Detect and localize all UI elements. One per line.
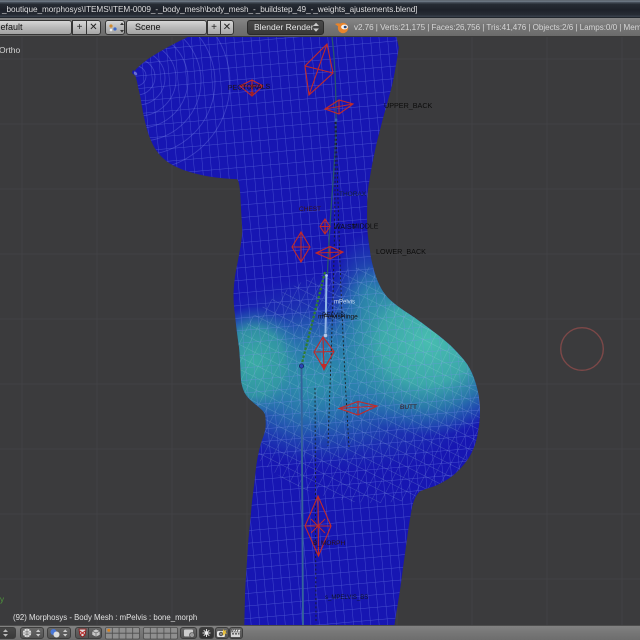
svg-text:mPelvis: mPelvis xyxy=(334,300,355,306)
svg-text:s_MPELVIS_BS: s_MPELVIS_BS xyxy=(325,595,368,601)
svg-text:CHEST: CHEST xyxy=(299,206,321,213)
svg-text:MIDDLE: MIDDLE xyxy=(352,224,379,231)
svg-text:BUTT: BUTT xyxy=(400,404,417,411)
svg-text:UPPER_BACK: UPPER_BACK xyxy=(384,101,433,110)
svg-text:THORAX: THORAX xyxy=(339,191,367,198)
svg-text:mPelvisHinge: mPelvisHinge xyxy=(318,314,358,321)
svg-text:y: y xyxy=(0,595,4,604)
svg-text:B_MORPH: B_MORPH xyxy=(313,540,345,547)
svg-text:PECTORALS: PECTORALS xyxy=(228,84,271,92)
svg-text:(92) Morphosys - Body Mesh : m: (92) Morphosys - Body Mesh : mPelvis : b… xyxy=(13,613,197,622)
svg-text:LOWER_BACK: LOWER_BACK xyxy=(376,247,426,256)
svg-text:Ortho: Ortho xyxy=(0,45,21,55)
